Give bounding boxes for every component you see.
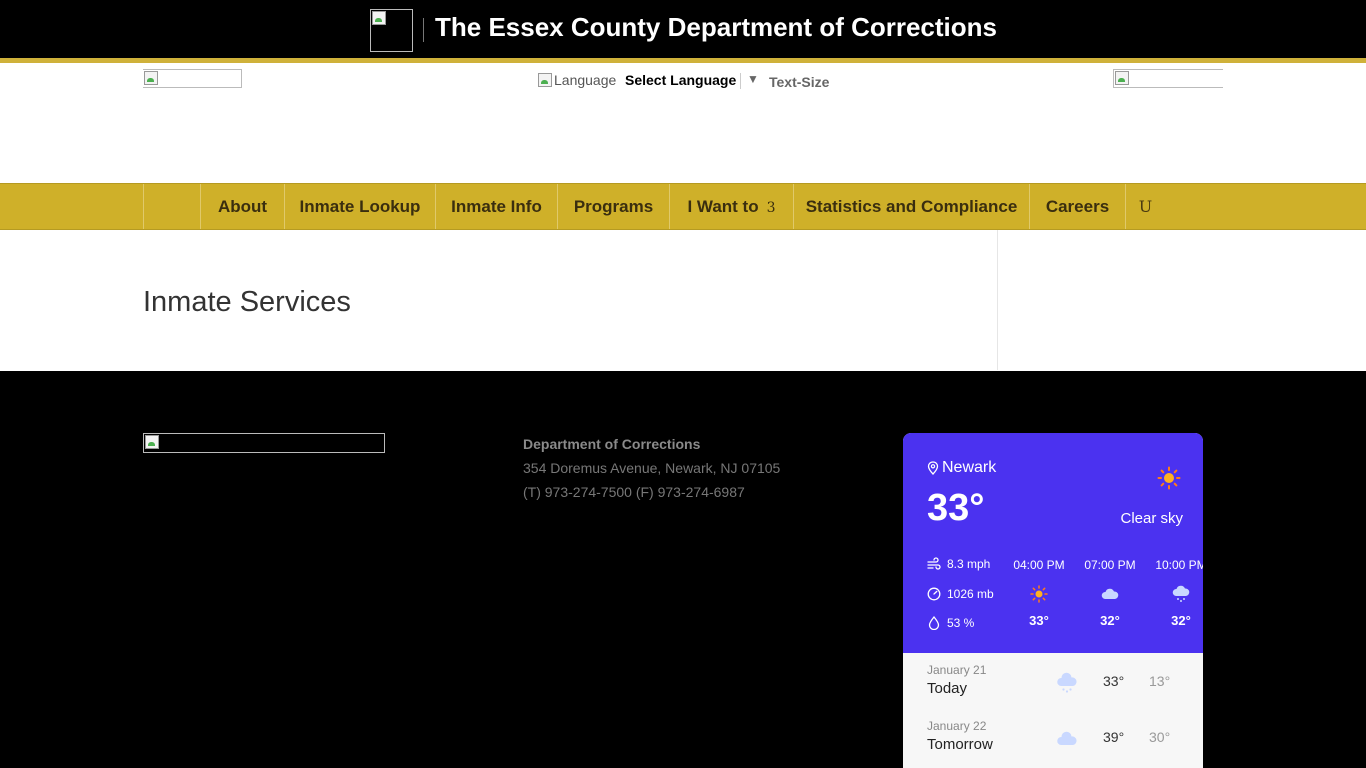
nav-item-about[interactable]: About bbox=[200, 184, 284, 229]
weather-humidity: 53 % bbox=[927, 616, 974, 630]
nav-item-label: Inmate Info bbox=[451, 197, 542, 216]
weather-humidity-value: 53 % bbox=[947, 616, 975, 630]
cloud-icon bbox=[1057, 731, 1077, 745]
nav-item-programs[interactable]: Programs bbox=[557, 184, 669, 229]
nav-item-label: Statistics and Compliance bbox=[805, 197, 1018, 216]
language-select[interactable]: Select Language bbox=[625, 72, 736, 88]
footer: Department of Corrections 354 Doremus Av… bbox=[0, 371, 1366, 768]
sun-icon bbox=[1030, 585, 1048, 603]
nav-item-label: Careers bbox=[1045, 197, 1110, 216]
footer-address: 354 Doremus Avenue, Newark, NJ 07105 bbox=[523, 460, 781, 476]
page-title: Inmate Services bbox=[143, 286, 351, 318]
submenu-caret-icon: 3 bbox=[766, 200, 776, 216]
nav-item-label: I Want to bbox=[687, 197, 759, 216]
hourly-temp: 32° bbox=[1100, 613, 1120, 628]
daily-forecast-item: January 22 Tomorrow 39° 30° bbox=[903, 709, 1203, 765]
header-right-image[interactable] bbox=[1113, 69, 1223, 88]
text-size-control[interactable]: Text-Size bbox=[769, 74, 829, 90]
language-image: Language bbox=[538, 72, 616, 88]
snow-cloud-icon bbox=[1172, 585, 1190, 602]
daily-high: 33° bbox=[1103, 673, 1125, 689]
water-drop-icon bbox=[928, 616, 940, 630]
weather-wind: 8.3 mph bbox=[927, 557, 990, 571]
broken-image-icon bbox=[1115, 71, 1129, 85]
sidebar-divider bbox=[997, 230, 998, 370]
wind-icon bbox=[927, 557, 941, 570]
nav-item-inmate-info[interactable]: Inmate Info bbox=[435, 184, 557, 229]
header-left-image[interactable] bbox=[143, 69, 242, 88]
main-navigation: About Inmate Lookup Inmate Info Programs… bbox=[0, 183, 1366, 230]
weather-pressure-value: 1026 mb bbox=[947, 587, 994, 601]
nav-home[interactable] bbox=[143, 184, 201, 229]
nav-item-label: About bbox=[217, 197, 268, 216]
language-divider bbox=[740, 73, 741, 89]
daily-forecast-item: January 21 Today 33° 13° bbox=[903, 653, 1203, 709]
daily-low: 13° bbox=[1149, 673, 1171, 689]
nav-item-label: Programs bbox=[573, 197, 654, 216]
broken-image-icon bbox=[144, 71, 158, 85]
county-logo-broken-image-icon[interactable] bbox=[370, 9, 413, 52]
footer-department-name: Department of Corrections bbox=[523, 436, 701, 452]
hourly-temp: 32° bbox=[1171, 613, 1191, 628]
daily-high: 39° bbox=[1103, 729, 1125, 745]
weather-condition: Clear sky bbox=[1120, 510, 1183, 527]
search-toggle-icon[interactable]: U bbox=[1125, 184, 1165, 229]
weather-wind-value: 8.3 mph bbox=[947, 557, 991, 571]
sun-icon bbox=[1157, 466, 1181, 490]
pressure-gauge-icon bbox=[927, 587, 941, 601]
daily-date: January 21 bbox=[927, 663, 987, 677]
footer-phone: (T) 973-274-7500 (F) 973-274-6987 bbox=[523, 484, 745, 500]
daily-name: Today bbox=[927, 680, 968, 697]
nav-item-statistics-and-compliance[interactable]: Statistics and Compliance bbox=[793, 184, 1029, 229]
hourly-time: 04:00 PM bbox=[1013, 558, 1065, 572]
weather-city: Newark bbox=[942, 459, 997, 476]
top-banner: The Essex County Department of Correctio… bbox=[0, 0, 1366, 58]
banner-separator bbox=[423, 18, 424, 42]
hourly-temp: 33° bbox=[1029, 613, 1049, 628]
nav-item-label: Inmate Lookup bbox=[299, 197, 421, 216]
nav-item-inmate-lookup[interactable]: Inmate Lookup bbox=[284, 184, 435, 229]
weather-pressure: 1026 mb bbox=[927, 587, 994, 601]
broken-image-icon bbox=[372, 11, 386, 25]
snow-cloud-icon bbox=[1057, 672, 1077, 693]
weather-temperature: 33° bbox=[927, 487, 985, 529]
site-title[interactable]: The Essex County Department of Correctio… bbox=[435, 12, 997, 43]
cloud-icon bbox=[1101, 588, 1119, 599]
weather-location: Newark bbox=[927, 459, 996, 477]
daily-date: January 22 bbox=[927, 719, 987, 733]
weather-current-panel: Newark 33° Clear sky 8.3 mph 1026 mb 53 … bbox=[903, 433, 1203, 653]
language-dropdown-arrow-icon[interactable]: ▼ bbox=[747, 72, 759, 86]
banner-accent-line bbox=[0, 58, 1366, 63]
weather-widget: Newark 33° Clear sky 8.3 mph 1026 mb 53 … bbox=[903, 433, 1203, 768]
nav-item-i-want-to[interactable]: I Want to 3 bbox=[669, 184, 793, 229]
broken-image-icon bbox=[538, 73, 552, 87]
hourly-time: 07:00 PM bbox=[1084, 558, 1136, 572]
nav-item-careers[interactable]: Careers bbox=[1029, 184, 1125, 229]
broken-image-icon bbox=[145, 435, 159, 449]
footer-logo-image[interactable] bbox=[143, 433, 385, 453]
location-pin-icon bbox=[927, 461, 939, 475]
daily-name: Tomorrow bbox=[927, 736, 993, 753]
hourly-time: 10:00 PM bbox=[1155, 558, 1203, 572]
language-image-alt: Language bbox=[554, 72, 617, 88]
daily-low: 30° bbox=[1149, 729, 1171, 745]
